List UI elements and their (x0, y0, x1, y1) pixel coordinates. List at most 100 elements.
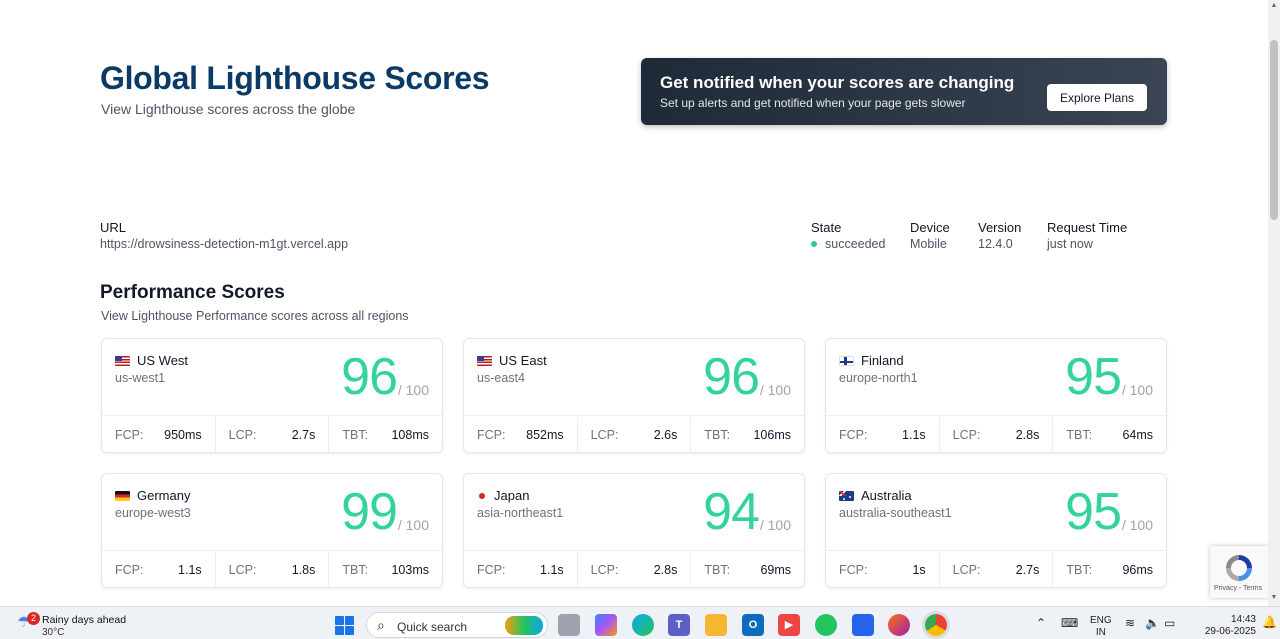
section-title: Performance Scores (100, 282, 285, 303)
volume-icon[interactable]: 🔈 (1145, 616, 1160, 630)
lcp-label: LCP: (952, 563, 981, 577)
tbt-value: 108ms (391, 428, 430, 442)
fcp-label: FCP: (839, 563, 868, 577)
system-clock[interactable]: 14:43 29-06-2025 (1186, 614, 1256, 638)
lcp-metric: LCP: 2.6s (576, 417, 691, 453)
search-icon: ⌕ (377, 617, 385, 633)
finland-flag-icon (839, 355, 854, 366)
keyboard-icon[interactable]: ⌨ (1061, 616, 1078, 630)
scroll-up-arrow-icon[interactable]: ▲ (1270, 2, 1278, 10)
vertical-scrollbar[interactable]: ▲ ▼ (1268, 0, 1280, 606)
region-card-us-east[interactable]: US East us-east4 96 / 100 FCP: 852ms LCP:… (463, 338, 805, 453)
score-max: / 100 (1121, 382, 1153, 398)
edge-icon[interactable] (632, 614, 654, 636)
lcp-value: 2.8s (1015, 428, 1040, 442)
tbt-label: TBT: (342, 428, 369, 442)
taskbar-search[interactable]: ⌕ Quick search (366, 612, 548, 638)
score-max: / 100 (759, 517, 791, 533)
region-name-text: Finland (861, 353, 904, 368)
lcp-metric: LCP: 2.7s (938, 552, 1053, 588)
version-label: Version (978, 220, 1022, 235)
teams-icon[interactable]: T (668, 614, 690, 636)
url-value: https://drowsiness-detection-m1gt.vercel… (100, 237, 349, 251)
lcp-label: LCP: (228, 428, 257, 442)
lcp-metric: LCP: 2.8s (938, 417, 1053, 453)
region-card-us-west[interactable]: US West us-west1 96 / 100 FCP: 950ms LCP:… (101, 338, 443, 453)
url-label: URL (100, 220, 127, 235)
recaptcha-badge[interactable]: Privacy - Terms (1210, 546, 1268, 598)
windows-taskbar: ☂ 2 Rainy days ahead 30°C ⌕ Quick search… (0, 606, 1280, 639)
metrics-row: FCP: 1.1s LCP: 2.8s TBT: 69ms (464, 552, 804, 588)
region-code: us-east4 (477, 371, 525, 385)
region-name-text: Germany (137, 488, 191, 503)
card-header: US East us-east4 96 / 100 (464, 339, 804, 416)
notifications-bell-icon[interactable]: 🔔 (1262, 615, 1277, 629)
promo-title: Get notified when your scores are changi… (660, 73, 1015, 92)
tray-overflow-chevron-icon[interactable]: ⌃ (1036, 616, 1046, 630)
outlook-icon[interactable]: O (742, 614, 764, 636)
fcp-metric: FCP: 1s (826, 552, 939, 588)
card-header: Finland europe-north1 95 / 100 (826, 339, 1166, 416)
region-name: Japan (477, 488, 529, 503)
recaptcha-links[interactable]: Privacy - Terms (1214, 585, 1262, 592)
explore-plans-button[interactable]: Explore Plans (1047, 84, 1147, 111)
tbt-metric: TBT: 96ms (1052, 552, 1166, 588)
screen: Global Lighthouse Scores View Lighthouse… (0, 0, 1280, 639)
language-code: ENG (1090, 615, 1112, 626)
fcp-metric: FCP: 1.1s (826, 417, 939, 453)
tbt-label: TBT: (704, 563, 731, 577)
youtube-icon[interactable]: ▶ (778, 614, 800, 636)
performance-score: 96 (341, 348, 398, 406)
battery-icon[interactable]: ▭ (1164, 616, 1175, 630)
region-name-text: US East (499, 353, 547, 368)
page-title: Global Lighthouse Scores (100, 60, 490, 96)
weather-title[interactable]: Rainy days ahead (42, 614, 126, 626)
chrome-icon[interactable] (925, 614, 947, 636)
task-view-icon[interactable] (558, 614, 580, 636)
tbt-label: TBT: (704, 428, 731, 442)
lcp-value: 2.7s (291, 428, 316, 442)
performance-score: 96 (703, 348, 760, 406)
metrics-row: FCP: 1.1s LCP: 2.8s TBT: 64ms (826, 417, 1166, 453)
region-card-japan[interactable]: Japan asia-northeast1 94 / 100 FCP: 1.1s … (463, 473, 805, 588)
fcp-metric: FCP: 1.1s (102, 552, 215, 588)
scrollbar-thumb[interactable] (1270, 40, 1278, 220)
fcp-metric: FCP: 1.1s (464, 552, 577, 588)
request-time-label: Request Time (1047, 220, 1128, 235)
tbt-label: TBT: (1066, 428, 1093, 442)
metrics-row: FCP: 1.1s LCP: 1.8s TBT: 103ms (102, 552, 442, 588)
section-subtitle: View Lighthouse Performance scores acros… (101, 309, 409, 323)
state-value: succeeded (825, 237, 886, 251)
version-value: 12.4.0 (978, 237, 1013, 251)
weather-temp[interactable]: 30°C (42, 627, 64, 638)
wifi-icon[interactable]: ≋ (1125, 616, 1135, 630)
promo-subtitle: Set up alerts and get notified when your… (660, 96, 966, 110)
region-code: asia-northeast1 (477, 506, 564, 520)
request-time-value: just now (1047, 237, 1093, 251)
region-card-finland[interactable]: Finland europe-north1 95 / 100 FCP: 1.1s … (825, 338, 1167, 453)
browser-viewport: Global Lighthouse Scores View Lighthouse… (0, 0, 1268, 606)
firefox-icon[interactable] (888, 614, 910, 636)
region-card-australia[interactable]: Australia australia-southeast1 95 / 100 … (825, 473, 1167, 588)
lcp-value: 2.6s (653, 428, 678, 442)
whatsapp-icon[interactable] (815, 614, 837, 636)
copilot-icon[interactable] (595, 614, 617, 636)
germany-flag-icon (115, 490, 130, 501)
windows-start-icon[interactable] (335, 616, 354, 635)
vscode-icon[interactable] (852, 614, 874, 636)
language-indicator[interactable]: ENG IN (1090, 615, 1112, 639)
fcp-value: 1.1s (178, 563, 202, 577)
recaptcha-icon (1226, 555, 1252, 581)
region-code: us-west1 (115, 371, 166, 385)
fcp-label: FCP: (115, 563, 144, 577)
scroll-down-arrow-icon[interactable]: ▼ (1270, 594, 1278, 602)
card-header: US West us-west1 96 / 100 (102, 339, 442, 416)
australia-flag-icon (839, 490, 854, 501)
tbt-value: 96ms (1122, 563, 1154, 577)
metrics-row: FCP: 852ms LCP: 2.6s TBT: 106ms (464, 417, 804, 453)
tbt-value: 64ms (1122, 428, 1154, 442)
region-card-germany[interactable]: Germany europe-west3 99 / 100 FCP: 1.1s L… (101, 473, 443, 588)
file-explorer-icon[interactable] (705, 614, 727, 636)
fcp-value: 950ms (164, 428, 202, 442)
region-name-text: Japan (494, 488, 530, 503)
